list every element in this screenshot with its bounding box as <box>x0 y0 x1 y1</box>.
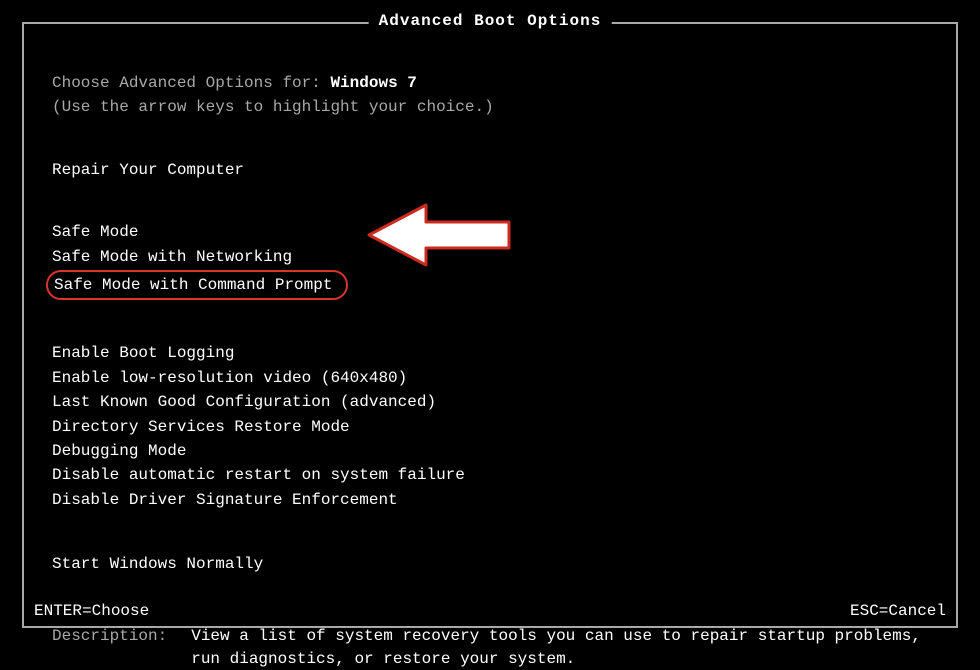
screen-title: Advanced Boot Options <box>369 12 612 30</box>
option-boot-logging[interactable]: Enable Boot Logging <box>52 342 234 364</box>
safe-mode-group: Safe Mode Safe Mode with Networking Safe… <box>52 221 928 302</box>
description-text: View a list of system recovery tools you… <box>191 625 928 670</box>
description-label: Description: <box>52 625 167 670</box>
footer-bar: ENTER=Choose ESC=Cancel <box>34 602 946 620</box>
option-disable-auto-restart[interactable]: Disable automatic restart on system fail… <box>52 464 465 486</box>
navigation-hint: (Use the arrow keys to highlight your ch… <box>52 96 928 118</box>
description-area: Description: View a list of system recov… <box>52 625 928 670</box>
option-safe-mode-networking[interactable]: Safe Mode with Networking <box>52 246 292 268</box>
option-debugging[interactable]: Debugging Mode <box>52 440 186 462</box>
option-safe-mode[interactable]: Safe Mode <box>52 221 138 243</box>
option-disable-driver-sig[interactable]: Disable Driver Signature Enforcement <box>52 489 398 511</box>
footer-enter: ENTER=Choose <box>34 602 149 620</box>
repair-computer-option[interactable]: Repair Your Computer <box>52 159 928 181</box>
choose-prefix: Choose Advanced Options for: <box>52 74 330 92</box>
option-ds-restore[interactable]: Directory Services Restore Mode <box>52 416 350 438</box>
os-name: Windows 7 <box>330 74 416 92</box>
option-start-normally[interactable]: Start Windows Normally <box>52 553 928 575</box>
option-last-known-good[interactable]: Last Known Good Configuration (advanced) <box>52 391 436 413</box>
advanced-options-group: Enable Boot Logging Enable low-resolutio… <box>52 342 928 513</box>
choose-prompt: Choose Advanced Options for: Windows 7 <box>52 72 928 94</box>
content-area: Choose Advanced Options for: Windows 7 (… <box>24 24 956 670</box>
boot-options-frame: Advanced Boot Options Choose Advanced Op… <box>22 22 958 628</box>
footer-esc: ESC=Cancel <box>850 602 946 620</box>
option-low-res-video[interactable]: Enable low-resolution video (640x480) <box>52 367 407 389</box>
option-safe-mode-cmd[interactable]: Safe Mode with Command Prompt <box>46 270 348 300</box>
